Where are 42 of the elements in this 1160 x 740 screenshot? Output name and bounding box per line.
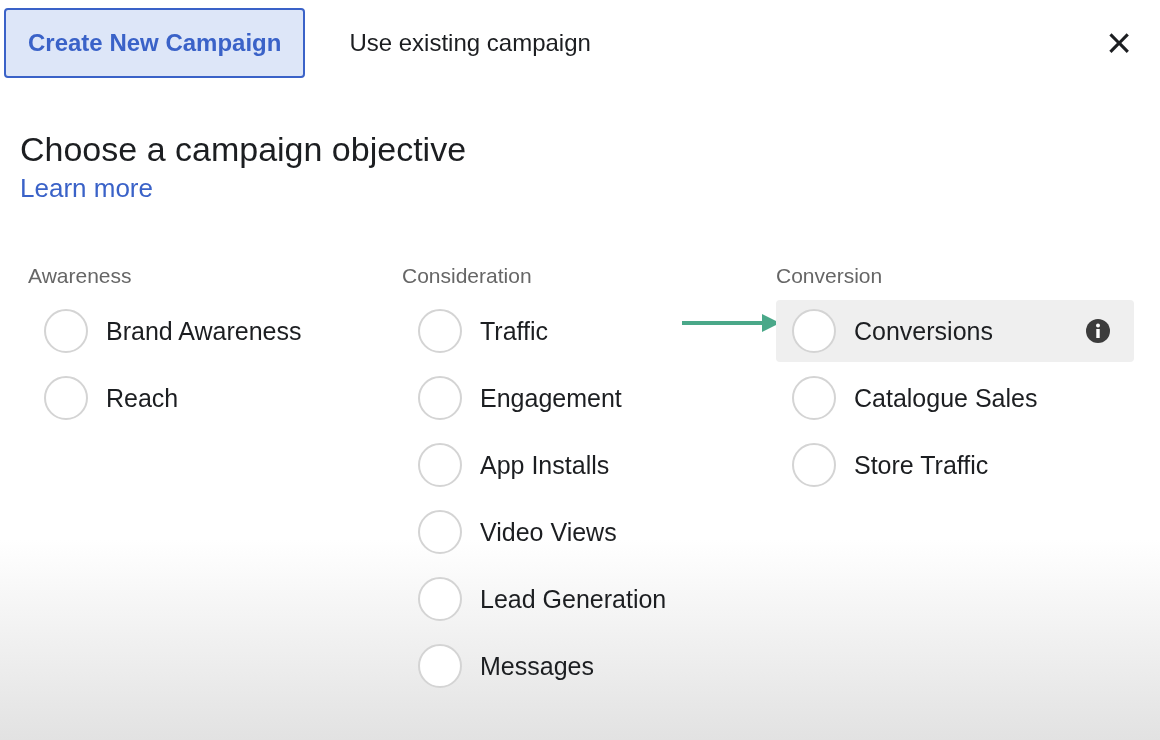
option-label: Video Views [480, 517, 617, 547]
option-label: Reach [106, 383, 179, 413]
option-row[interactable]: Messages [402, 635, 760, 697]
option-row[interactable]: App Installs [402, 434, 760, 496]
option-label: Engagement [480, 383, 622, 413]
tab[interactable]: Create New Campaign [4, 8, 306, 78]
option-row[interactable]: Traffic [402, 300, 760, 362]
tab[interactable]: Use existing campaign [325, 8, 615, 78]
option-label: Lead Generation [480, 584, 667, 614]
option-row[interactable]: Lead Generation [402, 568, 760, 630]
radio-button[interactable] [792, 309, 836, 353]
radio-button[interactable] [418, 443, 462, 487]
option-row[interactable]: Store Traffic [776, 434, 1134, 496]
option-label: App Installs [480, 450, 610, 480]
option-label: Messages [480, 651, 594, 681]
option-label: Conversions [854, 316, 993, 346]
radio-button[interactable] [792, 376, 836, 420]
learn-more-link[interactable]: Learn more [20, 173, 153, 204]
category-heading: Consideration [402, 264, 533, 288]
radio-button[interactable] [418, 510, 462, 554]
option-label: Catalogue Sales [854, 383, 1038, 413]
option-label: Brand Awareness [106, 316, 302, 346]
radio-button[interactable] [418, 577, 462, 621]
radio-button[interactable] [418, 376, 462, 420]
option-label: Traffic [480, 316, 549, 346]
info-icon[interactable] [1086, 319, 1110, 343]
radio-button[interactable] [418, 644, 462, 688]
category-heading: Awareness [28, 264, 133, 288]
option-row[interactable]: Conversions [776, 300, 1134, 362]
option-row[interactable]: Reach [28, 367, 386, 429]
close-button[interactable]: × [1106, 21, 1132, 65]
category-heading: Conversion [776, 264, 884, 288]
radio-button[interactable] [792, 443, 836, 487]
option-label: Store Traffic [854, 450, 989, 480]
option-row[interactable]: Video Views [402, 501, 760, 563]
radio-button[interactable] [44, 309, 88, 353]
radio-button[interactable] [418, 309, 462, 353]
option-row[interactable]: Engagement [402, 367, 760, 429]
radio-button[interactable] [44, 376, 88, 420]
option-row[interactable]: Catalogue Sales [776, 367, 1134, 429]
dialog-heading: Choose a campaign objective [20, 130, 468, 169]
option-row[interactable]: Brand Awareness [28, 300, 386, 362]
